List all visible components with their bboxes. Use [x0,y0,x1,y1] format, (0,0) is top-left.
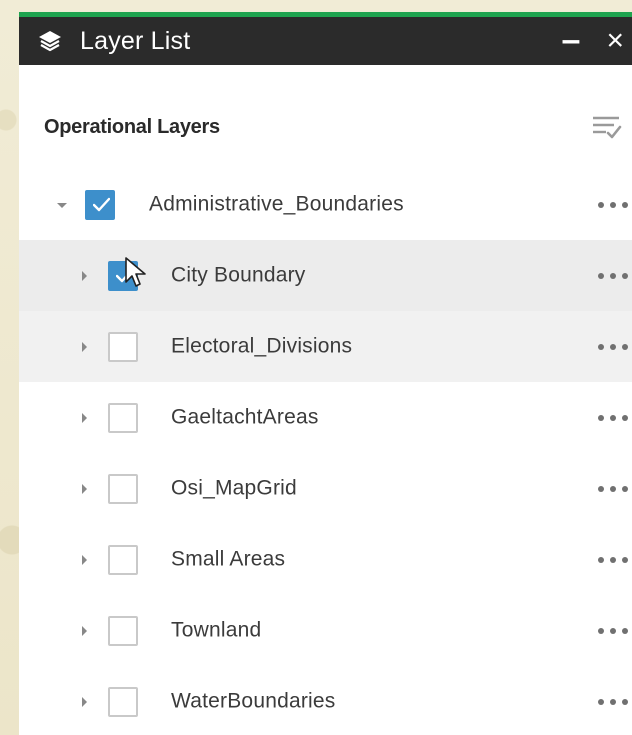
layer-checkbox[interactable] [108,473,138,504]
layer-tree: Administrative_Boundaries City Boundary El… [19,169,632,735]
layer-label: Townland [171,618,262,642]
operational-layers-header: Operational Layers [19,65,632,169]
more-dot [622,627,628,634]
layer-row[interactable]: Osi_MapGrid [19,453,632,524]
more-options-icon[interactable] [598,341,628,353]
more-dot [610,272,616,279]
panel-titlebar: Layer List – × [19,17,632,65]
layer-label: WaterBoundaries [171,689,336,713]
layer-checkbox[interactable] [108,615,138,646]
more-dot [610,201,616,208]
caret-right-icon[interactable] [77,411,91,425]
layer-list-panel: Layer List – × Operational Layers Admini… [19,12,632,735]
check-icon [116,268,133,282]
layer-checkbox[interactable] [108,402,138,433]
layer-row[interactable]: Electoral_Divisions [19,311,632,382]
caret-right-icon[interactable] [77,695,91,709]
layer-checkbox[interactable] [108,260,138,291]
more-dot [610,414,616,421]
layer-row[interactable]: GaeltachtAreas [19,382,632,453]
more-options-icon[interactable] [598,270,628,282]
more-dot [598,698,604,705]
more-dot [598,414,604,421]
more-dot [610,698,616,705]
more-dot [622,556,628,563]
more-options-icon[interactable] [598,696,628,708]
more-dot [598,272,604,279]
layer-row[interactable]: Small Areas [19,524,632,595]
more-dot [622,485,628,492]
check-icon [93,197,110,211]
layer-label: Small Areas [171,547,286,571]
panel-actions: – × [562,17,624,65]
layer-label: Electoral_Divisions [171,334,353,358]
caret-right-icon[interactable] [77,482,91,496]
layers-icon [37,28,63,54]
more-dot [598,343,604,350]
close-button[interactable]: × [606,26,624,56]
more-dot [622,414,628,421]
layer-checkbox[interactable] [108,331,138,362]
layer-label: Administrative_Boundaries [149,192,404,216]
more-dot [622,201,628,208]
more-dot [598,201,604,208]
layer-row[interactable]: WaterBoundaries [19,666,632,735]
minimize-button[interactable]: – [562,23,581,57]
caret-right-icon[interactable] [77,269,91,283]
layer-label: GaeltachtAreas [171,405,319,429]
more-dot [610,485,616,492]
caret-right-icon[interactable] [77,624,91,638]
caret-down-icon[interactable] [55,198,69,212]
more-dot [622,343,628,350]
more-dot [622,698,628,705]
more-dot [610,627,616,634]
layer-label: Osi_MapGrid [171,476,297,500]
layer-row[interactable]: Administrative_Boundaries [19,169,632,240]
more-dot [610,556,616,563]
caret-right-icon[interactable] [77,553,91,567]
more-options-icon[interactable] [598,412,628,424]
more-options-icon[interactable] [598,554,628,566]
layer-row[interactable]: City Boundary [19,240,632,311]
more-options-icon[interactable] [598,483,628,495]
section-title: Operational Layers [44,116,220,138]
more-dot [598,485,604,492]
more-dot [598,627,604,634]
layer-label: City Boundary [171,263,306,287]
layer-checkbox[interactable] [85,189,115,220]
more-options-icon[interactable] [598,199,628,211]
panel-content: Operational Layers Administrative_Bounda… [19,65,632,735]
more-dot [610,343,616,350]
layer-row[interactable]: Townland [19,595,632,666]
caret-right-icon[interactable] [77,340,91,354]
filter-check-icon[interactable] [590,111,622,143]
layer-checkbox[interactable] [108,686,138,717]
more-dot [598,556,604,563]
panel-title: Layer List [80,26,191,55]
more-options-icon[interactable] [598,625,628,637]
layer-checkbox[interactable] [108,544,138,575]
more-dot [622,272,628,279]
